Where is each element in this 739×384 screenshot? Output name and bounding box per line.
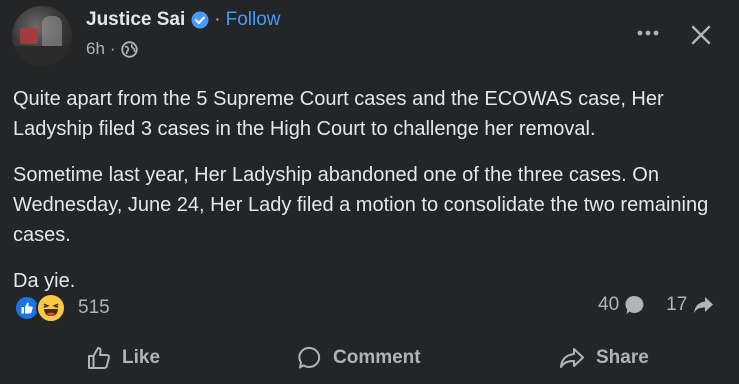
more-horizontal-icon (637, 30, 659, 36)
comment-bubble-icon (625, 295, 644, 314)
thumbs-up-icon (88, 347, 110, 369)
post-paragraph: Quite apart from the 5 Supreme Court cas… (13, 88, 664, 140)
comment-count[interactable]: 40 (598, 294, 646, 316)
engagement-counts: 40 17 (598, 294, 714, 316)
more-options-button[interactable] (631, 18, 665, 48)
post-meta: 6h · (86, 39, 138, 59)
globe-icon (120, 40, 138, 58)
share-count-value: 17 (666, 294, 688, 315)
share-count[interactable]: 17 (666, 294, 714, 316)
meta-separator: · (109, 39, 116, 58)
verified-badge-icon (191, 11, 209, 29)
close-icon (691, 25, 711, 45)
share-icon (560, 348, 584, 368)
author-name[interactable]: Justice Sai (86, 9, 185, 31)
separator-dot: · (214, 9, 221, 30)
facebook-post: Justice Sai · Follow 6h · Quite apart fr… (0, 0, 739, 384)
comment-count-value: 40 (598, 294, 620, 315)
avatar[interactable] (12, 6, 72, 66)
follow-button[interactable]: Follow (226, 9, 281, 31)
comment-button[interactable]: Comment (297, 336, 421, 380)
author-row: Justice Sai · Follow (86, 9, 281, 31)
share-label: Share (596, 347, 649, 368)
reactions-summary[interactable]: 515 (14, 293, 110, 323)
haha-reaction-icon (36, 293, 66, 323)
like-button[interactable]: Like (86, 336, 160, 380)
post-paragraph: Sometime last year, Her Ladyship abandon… (13, 164, 709, 246)
timestamp[interactable]: 6h (86, 39, 105, 59)
post-paragraph: Da yie. (13, 270, 76, 292)
comment-label: Comment (333, 347, 421, 368)
post-text: Quite apart from the 5 Supreme Court cas… (13, 84, 729, 312)
share-arrow-icon (694, 297, 714, 313)
share-button[interactable]: Share (558, 336, 649, 380)
reaction-count: 515 (78, 297, 110, 318)
comment-icon (298, 346, 321, 369)
like-label: Like (122, 347, 161, 368)
close-button[interactable] (684, 18, 718, 52)
action-bar: Like Comment Share (0, 336, 739, 380)
